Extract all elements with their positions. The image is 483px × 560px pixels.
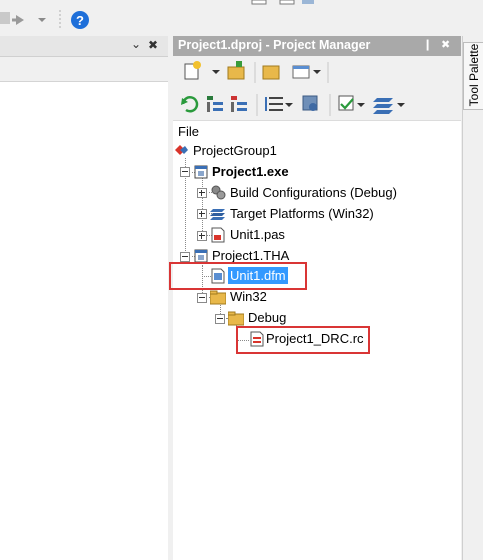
gears-icon (211, 185, 226, 200)
pascal-file-icon (211, 227, 225, 243)
refresh-icon[interactable] (181, 96, 199, 113)
build-stack-dropdown-icon[interactable] (397, 103, 405, 107)
compile-check-icon[interactable] (338, 95, 354, 111)
build-order-dropdown-icon[interactable] (285, 103, 293, 107)
collapse-toggle[interactable] (180, 167, 190, 177)
side-dock-strip (462, 36, 483, 560)
tree-item-win32[interactable]: Win32 (230, 289, 267, 304)
toolbar-top-fragment (251, 0, 314, 5)
view-dropdown-icon[interactable] (313, 70, 321, 74)
project-manager-toolbar-2 (173, 88, 461, 121)
tree-column-header: File (178, 124, 199, 139)
project-options-icon[interactable] (302, 95, 318, 111)
expand-tree-icon[interactable] (207, 96, 223, 112)
annotation-highlight-box (236, 326, 370, 354)
editor-area[interactable] (0, 82, 168, 560)
toolbar-2-icons (181, 94, 405, 116)
close-icon[interactable]: ✖ (441, 38, 450, 51)
tree-item-project1-exe[interactable]: Project1.exe (212, 164, 289, 179)
annotation-highlight-box (169, 262, 307, 290)
add-folder-icon[interactable] (227, 61, 245, 80)
tool-palette-tab[interactable]: Tool Palette (463, 42, 483, 110)
folder-icon (228, 311, 244, 326)
project-manager-title: Project1.dproj - Project Manager (178, 38, 371, 52)
pin-icon[interactable]: ❙ (423, 38, 432, 51)
new-item-dropdown-icon[interactable] (212, 70, 220, 74)
tree-item-target-platforms[interactable]: Target Platforms (Win32) (230, 206, 374, 221)
collapse-toggle[interactable] (197, 293, 207, 303)
project-tree[interactable]: File ProjectGroup1 Project1.exe Build Co… (169, 121, 461, 560)
toolbar-1-icons (184, 61, 329, 83)
tree-item-build-configurations[interactable]: Build Configurations (Debug) (230, 185, 397, 200)
expand-toggle[interactable] (197, 188, 207, 198)
left-panel-header: ⌄ ✖ (0, 36, 168, 57)
main-toolbar: ? (0, 0, 168, 36)
collapse-tree-icon[interactable] (231, 96, 247, 112)
project-exe-icon (194, 165, 208, 179)
panel-menu-dropdown-icon[interactable]: ⌄ (131, 37, 141, 51)
compile-dropdown-icon[interactable] (357, 103, 365, 107)
expand-toggle[interactable] (197, 231, 207, 241)
folder-icon (210, 290, 226, 305)
collapse-toggle[interactable] (180, 252, 190, 262)
panel-close-icon[interactable]: ✖ (148, 38, 158, 52)
project-group-icon (175, 145, 188, 155)
tool-palette-label: Tool Palette (467, 43, 481, 107)
project-manager-titlebar[interactable]: Project1.dproj - Project Manager ❙ ✖ (173, 36, 461, 56)
chevron-down-icon[interactable] (38, 18, 46, 22)
toolbar-button-partial[interactable] (0, 12, 10, 24)
tree-item-project1-tha[interactable]: Project1.THA (212, 248, 289, 263)
tree-item-debug[interactable]: Debug (248, 310, 286, 325)
view-layout-icon[interactable] (292, 65, 310, 79)
left-panel-subbar (0, 57, 168, 82)
tree-guide-line (202, 178, 203, 235)
open-folder-icon[interactable] (262, 65, 280, 80)
target-platforms-icon (210, 209, 225, 220)
tree-item-projectgroup1[interactable]: ProjectGroup1 (193, 143, 277, 158)
tree-item-unit1-pas[interactable]: Unit1.pas (230, 227, 285, 242)
svg-text:?: ? (76, 13, 84, 28)
collapse-toggle[interactable] (215, 314, 225, 324)
new-item-icon[interactable] (184, 61, 201, 80)
expand-toggle[interactable] (197, 209, 207, 219)
project-manager-toolbar-1 (173, 57, 461, 87)
build-stack-icon[interactable] (373, 98, 393, 114)
toolbar-fragment: ? (0, 10, 89, 30)
build-order-icon[interactable] (265, 97, 283, 111)
